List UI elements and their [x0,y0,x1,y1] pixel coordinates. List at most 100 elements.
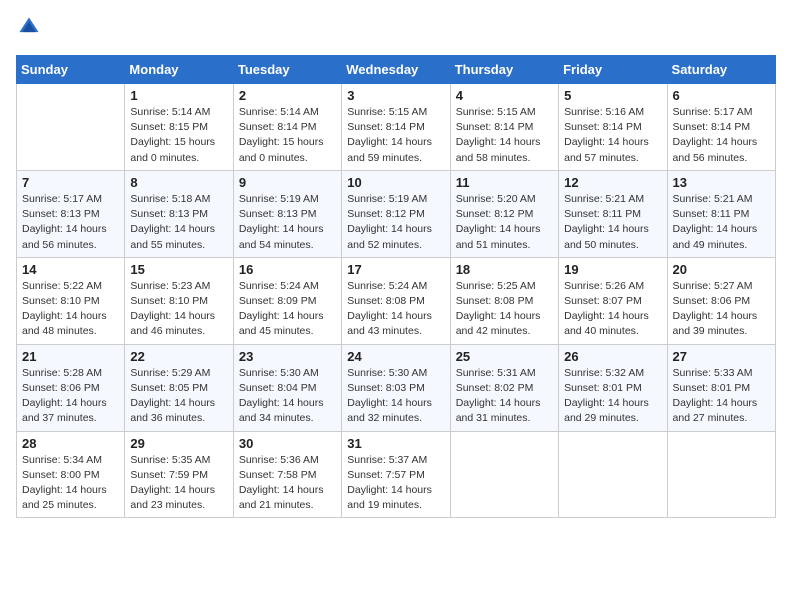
day-number: 27 [673,349,770,364]
header-monday: Monday [125,56,233,84]
day-number: 5 [564,88,661,103]
day-number: 2 [239,88,336,103]
day-number: 4 [456,88,553,103]
calendar-cell: 18 Sunrise: 5:25 AM Sunset: 8:08 PM Dayli… [450,257,558,344]
day-info: Sunrise: 5:27 AM Sunset: 8:06 PM Dayligh… [673,279,770,340]
day-number: 23 [239,349,336,364]
header-thursday: Thursday [450,56,558,84]
day-number: 15 [130,262,227,277]
day-number: 22 [130,349,227,364]
day-number: 14 [22,262,119,277]
calendar-cell: 4 Sunrise: 5:15 AM Sunset: 8:14 PM Daylig… [450,84,558,171]
day-info: Sunrise: 5:17 AM Sunset: 8:13 PM Dayligh… [22,192,119,253]
calendar-header-row: SundayMondayTuesdayWednesdayThursdayFrid… [17,56,776,84]
calendar-week-row: 28Sunrise: 5:34 AM Sunset: 8:00 PM Dayli… [17,431,776,518]
calendar-cell: 17Sunrise: 5:24 AM Sunset: 8:08 PM Dayli… [342,257,450,344]
day-info: Sunrise: 5:21 AM Sunset: 8:11 PM Dayligh… [564,192,661,253]
day-info: Sunrise: 5:28 AM Sunset: 8:06 PM Dayligh… [22,366,119,427]
day-info: Sunrise: 5:24 AM Sunset: 8:09 PM Dayligh… [239,279,336,340]
calendar-cell: 14Sunrise: 5:22 AM Sunset: 8:10 PM Dayli… [17,257,125,344]
calendar-cell: 25 Sunrise: 5:31 AM Sunset: 8:02 PM Dayli… [450,344,558,431]
calendar-cell: 27Sunrise: 5:33 AM Sunset: 8:01 PM Dayli… [667,344,775,431]
day-info: Sunrise: 5:32 AM Sunset: 8:01 PM Dayligh… [564,366,661,427]
calendar-cell [450,431,558,518]
day-info: Sunrise: 5:19 AM Sunset: 8:13 PM Dayligh… [239,192,336,253]
day-number: 26 [564,349,661,364]
calendar-week-row: 14Sunrise: 5:22 AM Sunset: 8:10 PM Dayli… [17,257,776,344]
day-number: 20 [673,262,770,277]
day-number: 7 [22,175,119,190]
page-header [16,16,776,43]
day-number: 24 [347,349,444,364]
day-number: 1 [130,88,227,103]
header-saturday: Saturday [667,56,775,84]
day-number: 25 [456,349,553,364]
calendar-cell: 6 Sunrise: 5:17 AM Sunset: 8:14 PM Daylig… [667,84,775,171]
day-number: 3 [347,88,444,103]
day-info: Sunrise: 5:25 AM Sunset: 8:08 PM Dayligh… [456,279,553,340]
day-info: Sunrise: 5:30 AM Sunset: 8:04 PM Dayligh… [239,366,336,427]
day-number: 18 [456,262,553,277]
day-info: Sunrise: 5:23 AM Sunset: 8:10 PM Dayligh… [130,279,227,340]
day-number: 8 [130,175,227,190]
day-number: 31 [347,436,444,451]
day-number: 6 [673,88,770,103]
calendar-cell: 10 Sunrise: 5:19 AM Sunset: 8:12 PM Dayli… [342,170,450,257]
day-number: 9 [239,175,336,190]
day-info: Sunrise: 5:30 AM Sunset: 8:03 PM Dayligh… [347,366,444,427]
header-tuesday: Tuesday [233,56,341,84]
header-friday: Friday [559,56,667,84]
day-info: Sunrise: 5:36 AM Sunset: 7:58 PM Dayligh… [239,453,336,514]
day-info: Sunrise: 5:35 AM Sunset: 7:59 PM Dayligh… [130,453,227,514]
calendar-cell: 19 Sunrise: 5:26 AM Sunset: 8:07 PM Dayli… [559,257,667,344]
logo-icon [18,16,40,38]
calendar-week-row: 1 Sunrise: 5:14 AM Sunset: 8:15 PM Daylig… [17,84,776,171]
calendar-cell: 28Sunrise: 5:34 AM Sunset: 8:00 PM Dayli… [17,431,125,518]
day-info: Sunrise: 5:37 AM Sunset: 7:57 PM Dayligh… [347,453,444,514]
day-info: Sunrise: 5:24 AM Sunset: 8:08 PM Dayligh… [347,279,444,340]
calendar-cell: 21Sunrise: 5:28 AM Sunset: 8:06 PM Dayli… [17,344,125,431]
calendar-cell: 12 Sunrise: 5:21 AM Sunset: 8:11 PM Dayli… [559,170,667,257]
day-number: 10 [347,175,444,190]
calendar-cell: 29 Sunrise: 5:35 AM Sunset: 7:59 PM Dayli… [125,431,233,518]
calendar-week-row: 21Sunrise: 5:28 AM Sunset: 8:06 PM Dayli… [17,344,776,431]
day-number: 19 [564,262,661,277]
calendar-cell: 5 Sunrise: 5:16 AM Sunset: 8:14 PM Daylig… [559,84,667,171]
day-number: 30 [239,436,336,451]
calendar-cell: 15 Sunrise: 5:23 AM Sunset: 8:10 PM Dayli… [125,257,233,344]
calendar-cell: 22 Sunrise: 5:29 AM Sunset: 8:05 PM Dayli… [125,344,233,431]
calendar-cell: 30 Sunrise: 5:36 AM Sunset: 7:58 PM Dayli… [233,431,341,518]
day-number: 13 [673,175,770,190]
day-info: Sunrise: 5:19 AM Sunset: 8:12 PM Dayligh… [347,192,444,253]
day-number: 11 [456,175,553,190]
day-info: Sunrise: 5:31 AM Sunset: 8:02 PM Dayligh… [456,366,553,427]
calendar-week-row: 7 Sunrise: 5:17 AM Sunset: 8:13 PM Daylig… [17,170,776,257]
day-info: Sunrise: 5:17 AM Sunset: 8:14 PM Dayligh… [673,105,770,166]
calendar-cell: 7 Sunrise: 5:17 AM Sunset: 8:13 PM Daylig… [17,170,125,257]
calendar-cell: 2 Sunrise: 5:14 AM Sunset: 8:14 PM Daylig… [233,84,341,171]
calendar-cell: 3Sunrise: 5:15 AM Sunset: 8:14 PM Daylig… [342,84,450,171]
calendar-cell: 9 Sunrise: 5:19 AM Sunset: 8:13 PM Daylig… [233,170,341,257]
day-number: 12 [564,175,661,190]
calendar-cell: 16 Sunrise: 5:24 AM Sunset: 8:09 PM Dayli… [233,257,341,344]
calendar-cell: 1 Sunrise: 5:14 AM Sunset: 8:15 PM Daylig… [125,84,233,171]
calendar-cell: 26 Sunrise: 5:32 AM Sunset: 8:01 PM Dayli… [559,344,667,431]
calendar-cell: 8Sunrise: 5:18 AM Sunset: 8:13 PM Daylig… [125,170,233,257]
calendar-cell: 24 Sunrise: 5:30 AM Sunset: 8:03 PM Dayli… [342,344,450,431]
day-info: Sunrise: 5:26 AM Sunset: 8:07 PM Dayligh… [564,279,661,340]
day-info: Sunrise: 5:29 AM Sunset: 8:05 PM Dayligh… [130,366,227,427]
calendar-cell: 31 Sunrise: 5:37 AM Sunset: 7:57 PM Dayli… [342,431,450,518]
day-info: Sunrise: 5:14 AM Sunset: 8:14 PM Dayligh… [239,105,336,166]
calendar-cell [559,431,667,518]
calendar-cell [17,84,125,171]
day-info: Sunrise: 5:16 AM Sunset: 8:14 PM Dayligh… [564,105,661,166]
day-info: Sunrise: 5:14 AM Sunset: 8:15 PM Dayligh… [130,105,227,166]
calendar-table: SundayMondayTuesdayWednesdayThursdayFrid… [16,55,776,518]
day-info: Sunrise: 5:15 AM Sunset: 8:14 PM Dayligh… [456,105,553,166]
day-info: Sunrise: 5:20 AM Sunset: 8:12 PM Dayligh… [456,192,553,253]
calendar-cell: 23 Sunrise: 5:30 AM Sunset: 8:04 PM Dayli… [233,344,341,431]
calendar-cell [667,431,775,518]
day-number: 16 [239,262,336,277]
day-info: Sunrise: 5:21 AM Sunset: 8:11 PM Dayligh… [673,192,770,253]
day-number: 29 [130,436,227,451]
